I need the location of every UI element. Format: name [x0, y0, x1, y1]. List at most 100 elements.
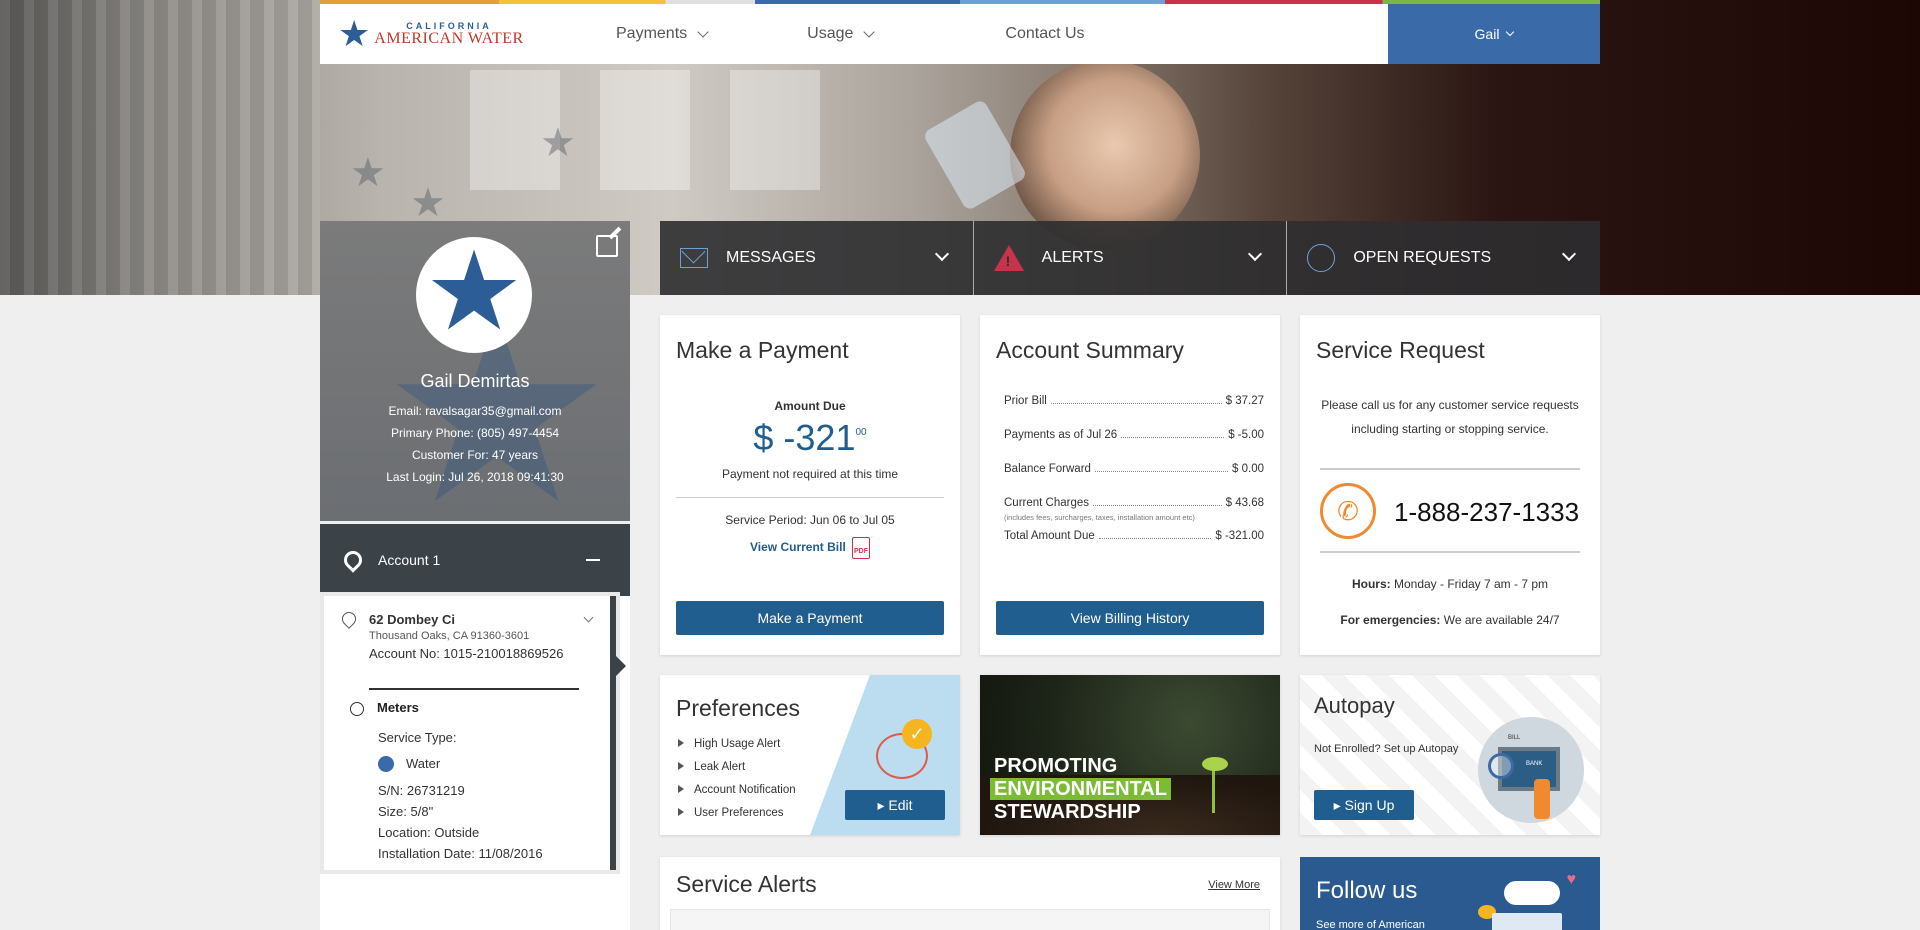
star-logo-icon: ★: [338, 13, 371, 54]
nav-contact-us[interactable]: Contact Us: [1005, 4, 1084, 64]
hero-curtain: [0, 0, 320, 295]
leader-dots: [1050, 395, 1222, 404]
bank-label: BANK: [1526, 761, 1543, 767]
autopay-sign-up-button[interactable]: ▸ Sign Up: [1314, 790, 1414, 820]
heart-icon: ♥: [1566, 871, 1577, 888]
view-current-bill-link[interactable]: View Current Bill: [750, 540, 846, 554]
leader-dots: [1093, 497, 1222, 506]
autopay-illustration: BANK BILL: [1478, 717, 1584, 823]
top-navigation: ★ CALIFORNIA AMERICAN WATER Payments Usa…: [320, 4, 1600, 64]
view-billing-history-button[interactable]: View Billing History: [996, 601, 1264, 635]
cloud-icon: [1504, 881, 1560, 905]
user-menu-button[interactable]: Gail: [1388, 4, 1600, 64]
sprout-icon: [1200, 753, 1230, 813]
profile-panel: ★ ★ Gail Demirtas Email: ravalsagar35@gm…: [320, 221, 630, 521]
meter-size: Size: 5/8": [378, 804, 434, 819]
account-summary-card: Account Summary Prior Bill $ 37.27 Paymen…: [980, 315, 1280, 655]
charges-note: (includes fees, surcharges, taxes, insta…: [1004, 513, 1195, 522]
account-number: Account No: 1015-210018869526: [369, 646, 564, 661]
make-payment-button[interactable]: Make a Payment: [676, 601, 944, 635]
follow-us-card[interactable]: Follow us See more of American ♥: [1300, 857, 1600, 930]
hours-label: Hours:: [1351, 577, 1391, 591]
summary-row: Current Charges $ 43.68: [1004, 497, 1264, 509]
summary-label: Balance Forward: [1004, 463, 1091, 475]
phone-number[interactable]: 1-888-237-1333: [1394, 497, 1579, 528]
brand-logo[interactable]: ★ CALIFORNIA AMERICAN WATER: [320, 4, 560, 64]
service-period: Service Period: Jun 06 to Jul 05: [725, 513, 895, 527]
summary-value: $ -5.00: [1228, 429, 1264, 441]
divider: [369, 688, 579, 690]
edit-preferences-button[interactable]: ▸ Edit: [845, 790, 945, 820]
meter-install-date: Installation Date: 11/08/2016: [378, 846, 543, 861]
summary-value: $ 37.27: [1225, 395, 1264, 407]
account-header-label: Account 1: [378, 552, 441, 568]
star-decoration-icon: ★: [410, 181, 446, 225]
nav-usage-label: Usage: [807, 25, 854, 42]
address-line-2: Thousand Oaks, CA 91360-3601: [369, 630, 530, 642]
stewardship-promo[interactable]: PROMOTING ENVIRONMENTAL STEWARDSHIP: [980, 675, 1280, 835]
service-type-label: Service Type:: [378, 730, 457, 745]
phone-icon: ✆: [1320, 483, 1376, 539]
summary-label: Payments as of Jul 26: [1004, 429, 1118, 441]
summary-row: Balance Forward $ 0.00: [1004, 463, 1264, 475]
chevron-down-icon[interactable]: [583, 612, 594, 623]
profile-customer-for: Customer For: 47 years: [411, 448, 539, 462]
location-pin-icon: [340, 547, 366, 573]
account-body: 62 Dombey Ci Thousand Oaks, CA 91360-360…: [320, 596, 630, 930]
tab-alerts-label: ALERTS: [1041, 249, 1104, 266]
avatar: ★: [416, 237, 532, 353]
nav-payments[interactable]: Payments: [616, 4, 709, 64]
profile-email: Email: ravalsagar35@gmail.com: [388, 404, 562, 418]
summary-value: $ 43.68: [1225, 497, 1264, 509]
preferences-title: Preferences: [676, 695, 801, 721]
meters-label: Meters: [377, 700, 419, 715]
mail-icon: [680, 248, 708, 268]
nav-usage[interactable]: Usage: [807, 4, 876, 64]
tab-messages[interactable]: MESSAGES: [660, 221, 973, 295]
tab-messages-label: MESSAGES: [726, 249, 816, 266]
star-avatar-icon: ★: [424, 230, 524, 353]
promo-line-2: ENVIRONMENTAL: [990, 778, 1171, 800]
payment-note: Payment not required at this time: [721, 467, 899, 481]
summary-value: $ -321.00: [1215, 530, 1264, 542]
tab-alerts[interactable]: ALERTS: [972, 221, 1287, 295]
account-header[interactable]: Account 1: [320, 524, 630, 604]
emergency-info: For emergencies: We are available 24/7: [1300, 613, 1600, 627]
chevron-down-icon: [863, 25, 876, 38]
profile-last-login: Last Login: Jul 26, 2018 09:41:30: [386, 470, 564, 484]
hero-glass-image: [922, 98, 1028, 212]
pref-item-leak-alert: Leak Alert: [678, 761, 745, 773]
bill-label: BILL: [1508, 735, 1521, 741]
divider: [1320, 468, 1580, 470]
emergency-value: We are available 24/7: [1440, 613, 1560, 627]
service-alerts-card: Service Alerts View More: [660, 857, 1280, 930]
pref-item-account-notification: Account Notification: [678, 784, 796, 796]
chevron-down-icon: [934, 246, 949, 262]
star-decoration-icon: ★: [350, 151, 386, 195]
profile-phone: Primary Phone: (805) 497-4454: [390, 426, 560, 440]
tab-open-requests[interactable]: OPEN REQUESTS: [1286, 221, 1600, 295]
view-more-link[interactable]: View More: [1208, 879, 1260, 891]
user-menu-label: Gail: [1474, 26, 1500, 42]
leader-dots: [1121, 429, 1225, 438]
meter-icon: [350, 702, 364, 716]
summary-value: $ 0.00: [1232, 463, 1264, 475]
amount-cents: 00: [855, 427, 867, 438]
summary-label: Current Charges: [1004, 497, 1090, 509]
magnifier-icon: [1488, 753, 1514, 779]
meter-location: Location: Outside: [378, 825, 480, 840]
info-tabs: MESSAGES ALERTS OPEN REQUESTS: [660, 221, 1600, 295]
follow-us-text: See more of American: [1316, 919, 1425, 930]
edit-profile-icon[interactable]: [596, 235, 618, 257]
chevron-down-icon: [1506, 27, 1515, 36]
amount-due-label: Amount Due: [774, 399, 846, 413]
amount-due-value: $ -32100: [660, 417, 960, 459]
promo-line-3: STEWARDSHIP: [994, 801, 1141, 823]
device-icon: [1492, 913, 1562, 930]
pdf-icon[interactable]: PDF: [852, 537, 870, 559]
location-icon: [339, 609, 359, 629]
pref-item-user-preferences: User Preferences: [678, 807, 783, 819]
promo-line-1: PROMOTING: [994, 755, 1118, 777]
collapse-icon[interactable]: [586, 559, 600, 561]
profile-name: Gail Demirtas: [420, 371, 530, 391]
